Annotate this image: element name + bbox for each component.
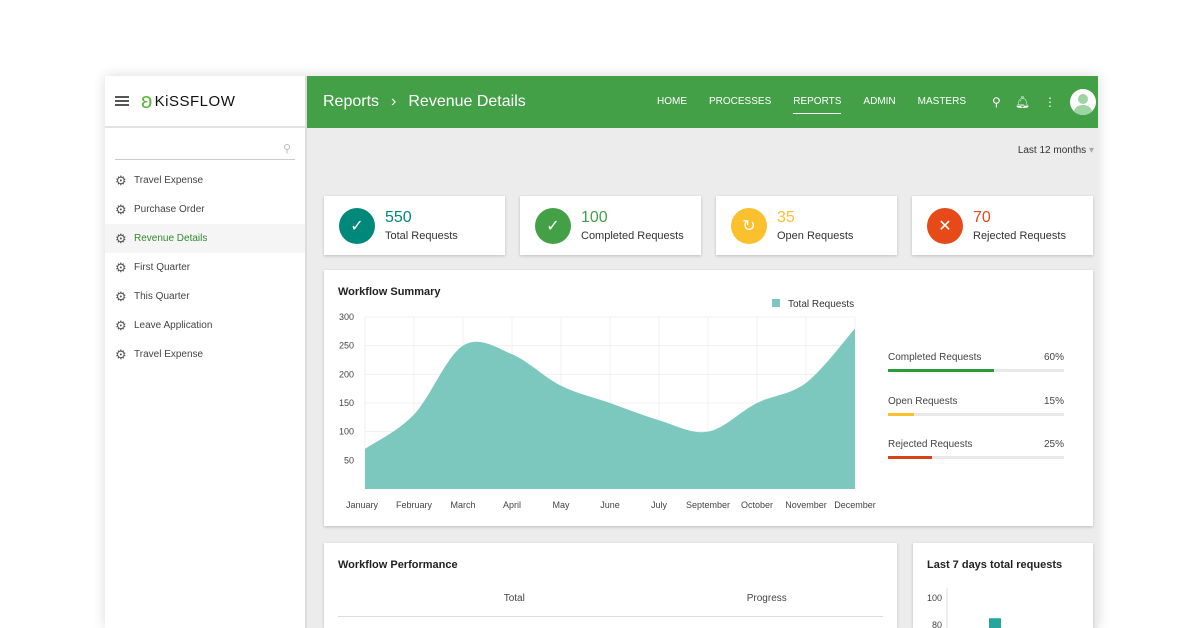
- x-tick-label: July: [651, 500, 668, 510]
- menu-icon[interactable]: [115, 96, 129, 106]
- gear-icon: ⚙: [115, 230, 127, 246]
- stat-label: Total Requests: [385, 230, 458, 242]
- shield-check-icon: ✓: [339, 207, 375, 244]
- gear-icon: ⚙: [115, 201, 127, 217]
- clipboard-check-icon: ✓: [535, 207, 571, 244]
- sidebar-item[interactable]: ⚙ Leave Application: [105, 311, 305, 340]
- gear-icon: ⚙: [115, 317, 127, 333]
- avatar[interactable]: [1070, 89, 1096, 115]
- last-7-days-card: Last 7 days total requests 80 100: [913, 543, 1093, 628]
- x-tick-label: February: [396, 500, 433, 510]
- sidebar-item-label: First Quarter: [134, 262, 191, 273]
- sidebar-item-label: Purchase Order: [134, 204, 205, 215]
- bell-icon[interactable]: 🔔︎: [1015, 95, 1030, 109]
- x-tick-label: October: [741, 500, 773, 510]
- y-tick-label: 250: [339, 341, 354, 351]
- sidebar-item-label: Leave Application: [134, 320, 213, 331]
- stat-card[interactable]: ↻ 35 Open Requests: [716, 196, 897, 255]
- column-header-progress: Progress: [746, 593, 787, 604]
- x-tick-label: January: [346, 500, 379, 510]
- breadcrumb-reports[interactable]: Reports: [323, 93, 379, 111]
- workflow-performance-card: Workflow Performance Total Progress: [324, 543, 897, 628]
- search-icon: ⚲: [282, 143, 291, 155]
- stat-label: Completed Requests: [581, 230, 684, 242]
- stat-value: 70: [973, 209, 991, 226]
- stat-card[interactable]: ✕ 70 Rejected Requests: [912, 196, 1093, 255]
- refresh-icon: ↻: [731, 207, 767, 244]
- progress-bar: Open Requests 15%: [888, 396, 1064, 416]
- date-range-select[interactable]: Last 12 months ▾: [1018, 145, 1094, 156]
- gear-icon: ⚙: [115, 346, 127, 362]
- x-tick-label: March: [450, 500, 475, 510]
- x-tick-label: September: [686, 500, 730, 510]
- y-tick-label: 100: [927, 593, 942, 603]
- stat-value: 100: [581, 209, 608, 226]
- logo: ʚ KiSSFLOW: [141, 88, 236, 113]
- sidebar-item-label: Travel Expense: [134, 349, 204, 360]
- progress-bar: Completed Requests 60%: [888, 352, 1064, 372]
- nav-menu-item[interactable]: HOME: [647, 76, 697, 128]
- sidebar-item[interactable]: ⚙ Revenue Details: [105, 224, 305, 253]
- page-title: Revenue Details: [408, 93, 526, 110]
- legend-swatch: [772, 299, 780, 307]
- gear-icon: ⚙: [115, 172, 127, 188]
- y-tick-label: 300: [339, 312, 354, 322]
- sidebar-item-label: Revenue Details: [134, 233, 208, 244]
- progress-bar: Rejected Requests 25%: [888, 439, 1064, 459]
- nav-menu-item[interactable]: ADMIN: [853, 76, 905, 128]
- more-vert-icon[interactable]: ⋮: [1044, 95, 1056, 109]
- column-header-total: Total: [503, 593, 525, 604]
- sidebar-search-input[interactable]: ⚲: [115, 138, 295, 160]
- caret-down-icon: ▾: [1088, 145, 1094, 156]
- card-title: Workflow Performance: [338, 559, 458, 571]
- legend-label: Total Requests: [788, 299, 854, 310]
- bar: [989, 618, 1001, 628]
- x-tick-label: June: [600, 500, 620, 510]
- nav-menu-item[interactable]: REPORTS: [783, 76, 851, 128]
- y-tick-label: 150: [339, 398, 354, 408]
- bar-chart: 80 100: [927, 588, 1001, 628]
- y-tick-label: 80: [932, 620, 942, 628]
- x-tick-label: May: [552, 500, 570, 510]
- stat-label: Open Requests: [777, 230, 854, 242]
- stat-card[interactable]: ✓ 100 Completed Requests: [520, 196, 701, 255]
- close-icon: ✕: [927, 207, 963, 244]
- sidebar-item[interactable]: ⚙ This Quarter: [105, 282, 305, 311]
- sidebar-item-label: Travel Expense: [134, 175, 204, 186]
- y-tick-label: 100: [339, 427, 354, 437]
- sidebar-item[interactable]: ⚙ Travel Expense: [105, 340, 305, 369]
- gear-icon: ⚙: [115, 259, 127, 275]
- search-icon[interactable]: ⚲: [992, 95, 1001, 109]
- sidebar-item[interactable]: ⚙ First Quarter: [105, 253, 305, 282]
- y-tick-label: 200: [339, 369, 354, 379]
- breadcrumb: Reports › Revenue Details: [323, 93, 526, 111]
- x-tick-label: April: [503, 500, 521, 510]
- nav-menu-item[interactable]: PROCESSES: [699, 76, 781, 128]
- y-tick-label: 50: [344, 455, 354, 465]
- area-chart: 50 100 150 200 250 300 January February March Apr…: [339, 299, 876, 510]
- x-tick-label: November: [785, 500, 827, 510]
- stat-value: 550: [385, 209, 412, 226]
- chevron-right-icon: ›: [391, 93, 397, 110]
- sidebar-item[interactable]: ⚙ Travel Expense: [105, 166, 305, 195]
- gear-icon: ⚙: [115, 288, 127, 304]
- top-bar: Reports › Revenue Details HOME PROCESSES R…: [307, 76, 1098, 128]
- sidebar-item-label: This Quarter: [134, 291, 190, 302]
- stat-card[interactable]: ✓ 550 Total Requests: [324, 196, 505, 255]
- sidebar: ʚ KiSSFLOW ⚲ ⚙ Travel Expense ⚙ Purchase Ord…: [105, 76, 307, 628]
- workflow-summary-card: Workflow Summary 50 100 150 200 250 300 Januar…: [324, 270, 1093, 526]
- stat-label: Rejected Requests: [973, 230, 1066, 242]
- stat-value: 35: [777, 209, 795, 226]
- app-window: ʚ KiSSFLOW ⚲ ⚙ Travel Expense ⚙ Purchase Ord…: [105, 76, 1098, 628]
- nav-menu-item[interactable]: MASTERS: [908, 76, 976, 128]
- sidebar-item[interactable]: ⚙ Purchase Order: [105, 195, 305, 224]
- x-tick-label: December: [834, 500, 876, 510]
